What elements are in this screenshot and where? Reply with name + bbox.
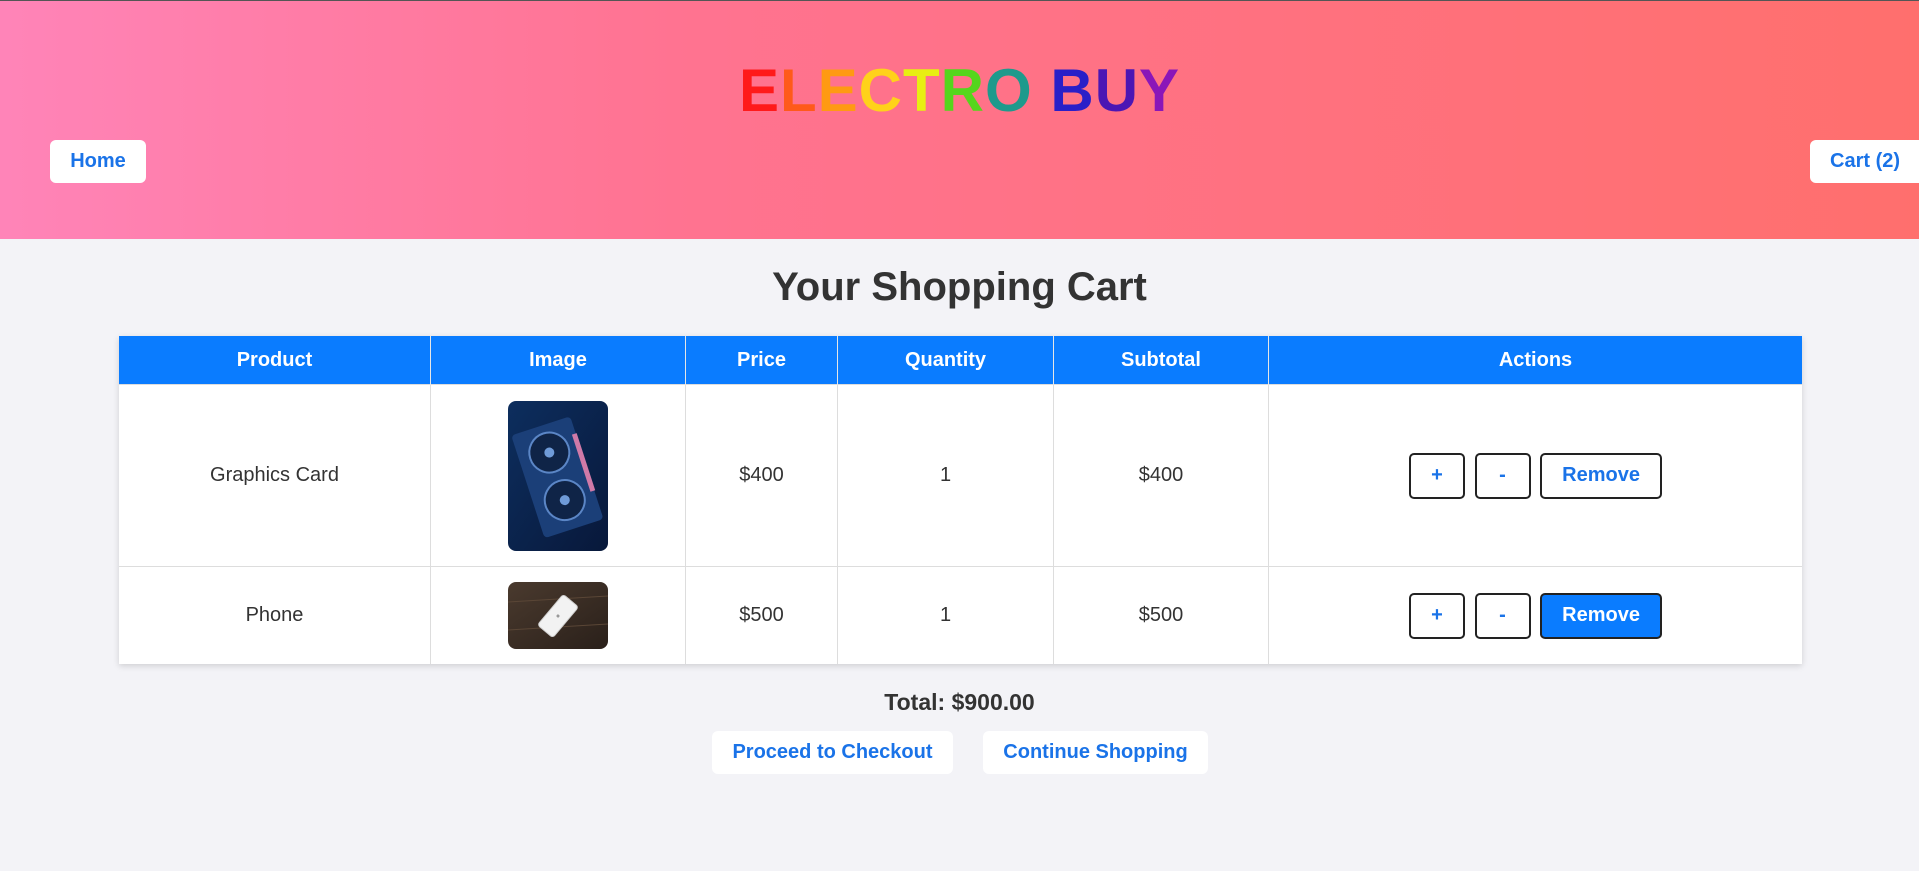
column-header-actions: Actions [1268,336,1802,385]
product-image-cell [430,384,686,567]
logo-letter: E [817,57,859,124]
column-header-product: Product [119,336,431,385]
remove-item-button[interactable]: Remove [1540,592,1663,639]
cart-total: Total: $900.00 [884,689,1035,715]
cart-button[interactable]: Cart (2) [1810,140,1919,183]
product-name: Graphics Card [119,384,431,567]
product-subtotal: $500 [1053,566,1269,664]
product-price: $500 [685,566,838,664]
logo-letter: U [1094,57,1140,124]
product-image-cell [430,566,686,664]
decrease-quantity-button[interactable]: - [1474,592,1531,639]
phone-image [508,582,608,649]
home-button[interactable]: Home [50,140,146,183]
column-header-image: Image [430,336,686,385]
continue-shopping-button[interactable]: Continue Shopping [983,731,1208,774]
column-header-price: Price [685,336,838,385]
page-title: Your Shopping Cart [772,265,1147,309]
decrease-quantity-button[interactable]: - [1474,452,1531,499]
site-logo: ELECTRO BUY [0,57,1919,125]
site-header: ELECTRO BUY Home Cart (2) [0,0,1919,239]
remove-item-button[interactable]: Remove [1540,452,1663,499]
product-subtotal: $400 [1053,384,1269,567]
logo-letter: B [1050,57,1095,124]
increase-quantity-button[interactable]: + [1408,452,1465,499]
product-actions: + - Remove [1268,566,1802,664]
product-quantity: 1 [837,384,1054,567]
graphics-card-image [508,400,608,551]
increase-quantity-button[interactable]: + [1408,592,1465,639]
logo-letter: O [985,57,1033,124]
logo-letter: L [779,57,818,124]
logo-letter: Y [1139,57,1181,124]
product-name: Phone [119,566,431,664]
table-header-row: Product Image Price Quantity Subtotal Ac… [119,336,1802,385]
column-header-subtotal: Subtotal [1053,336,1269,385]
logo-letter: C [858,57,903,124]
product-quantity: 1 [837,566,1054,664]
proceed-to-checkout-button[interactable]: Proceed to Checkout [712,731,953,774]
table-row: Graphics Card $400 1 $400 + - Remove [119,384,1802,567]
cart-table: Product Image Price Quantity Subtotal Ac… [119,336,1802,664]
table-row: Phone $500 1 $500 + - Remove [119,566,1802,664]
logo-letter: E [738,57,780,124]
column-header-quantity: Quantity [837,336,1054,385]
logo-letter: R [940,57,985,124]
logo-letter: T [903,57,941,124]
product-price: $400 [685,384,838,567]
logo-letter [1033,57,1051,125]
product-actions: + - Remove [1268,384,1802,567]
